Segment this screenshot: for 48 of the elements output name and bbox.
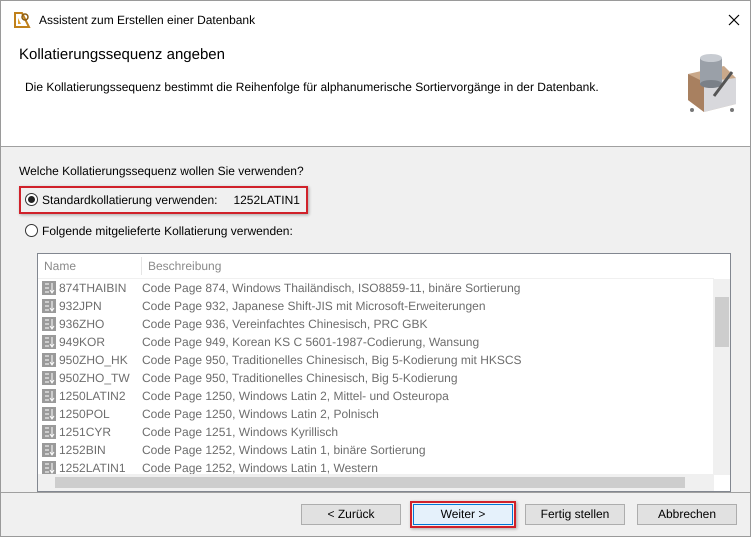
page-description: Die Kollatierungssequenz bestimmt die Reihenfolge für alphanumerische Sortiervorgänge in der Datenbank.	[24, 79, 600, 96]
table-cell-text: Code Page 949, Korean KS C 5601-1987-Codierung, Wansung	[142, 334, 480, 351]
radio-label[interactable]: Standardkollatierung verwenden:	[42, 190, 218, 209]
sort-icon	[42, 316, 56, 331]
radio-label[interactable]: Folgende mitgelieferte Kollatierung verwenden:	[42, 222, 293, 240]
page-title: Kollatierungssequenz angeben	[19, 46, 226, 64]
wizard-button[interactable]: Abbrechen	[637, 504, 737, 525]
table-cell-text: 1250LATIN2	[59, 388, 126, 405]
table-cell-text: Code Page 932, Japanese Shift-JIS mit Microsoft-Erweiterungen	[142, 298, 486, 315]
collation-value: 1252LATIN1	[233, 192, 300, 209]
table-cell-text: 950ZHO_HK	[59, 352, 129, 369]
table-cell-text: Code Page 950, Traditionelles Chinesisch, Big 5-Kodierung	[142, 370, 458, 387]
table-cell-text: Code Page 1252, Windows Latin 1, binäre Sortierung	[142, 442, 426, 459]
table-cell-text: 1251CYR	[59, 424, 112, 441]
table-cell-text: 932JPN	[59, 298, 103, 315]
table-cell-text: Code Page 1251, Windows Kyrillisch	[142, 424, 338, 441]
table-cell-text: Code Page 936, Vereinfachtes Chinesisch, PRC GBK	[142, 316, 428, 333]
wizard-button[interactable]: < Zurück	[301, 504, 401, 525]
table-cell-text: 1250POL	[59, 406, 111, 423]
sort-icon	[42, 442, 56, 457]
sort-icon	[42, 352, 56, 367]
sort-icon	[42, 370, 56, 385]
table-cell-text: 950ZHO_TW	[59, 370, 131, 387]
sort-icon	[42, 388, 56, 403]
table-cell-text: Code Page 1250, Windows Latin 2, Mittel- und Osteuropa	[142, 388, 449, 405]
app-icon	[13, 10, 31, 29]
sort-icon	[42, 298, 56, 313]
table-cell-text: 936ZHO	[59, 316, 106, 333]
close-icon[interactable]	[728, 14, 740, 26]
sort-icon	[42, 334, 56, 349]
table-cell-text: 949KOR	[59, 334, 106, 351]
sort-icon	[42, 280, 56, 295]
wizard-button[interactable]: Fertig stellen	[525, 504, 625, 525]
table-cell-text: 1252LATIN1	[59, 460, 126, 477]
table-cell-text: 1252BIN	[59, 442, 107, 459]
radio-button[interactable]	[25, 224, 38, 238]
window-title: Assistent zum Erstellen einer Datenbank	[39, 12, 256, 29]
radio-button[interactable]	[25, 193, 38, 206]
table-cell-text: Code Page 1252, Windows Latin 1, Western	[142, 460, 378, 477]
wizard-button[interactable]: Weiter >	[413, 504, 513, 525]
table-cell-text: Code Page 950, Traditionelles Chinesisch, Big 5-Kodierung mit HKSCS	[142, 352, 522, 369]
table-cell-text: 874THAIBIN	[59, 280, 128, 297]
table-cell-text: Code Page 1250, Windows Latin 2, Polnisch	[142, 406, 379, 423]
question-label: Welche Kollatierungssequenz wollen Sie verwenden?	[19, 162, 305, 180]
sort-icon	[42, 424, 56, 439]
sort-icon	[42, 460, 56, 475]
sort-icon	[42, 406, 56, 421]
table-cell-text: Code Page 874, Windows Thailändisch, ISO8859-11, binäre Sortierung	[142, 280, 520, 297]
